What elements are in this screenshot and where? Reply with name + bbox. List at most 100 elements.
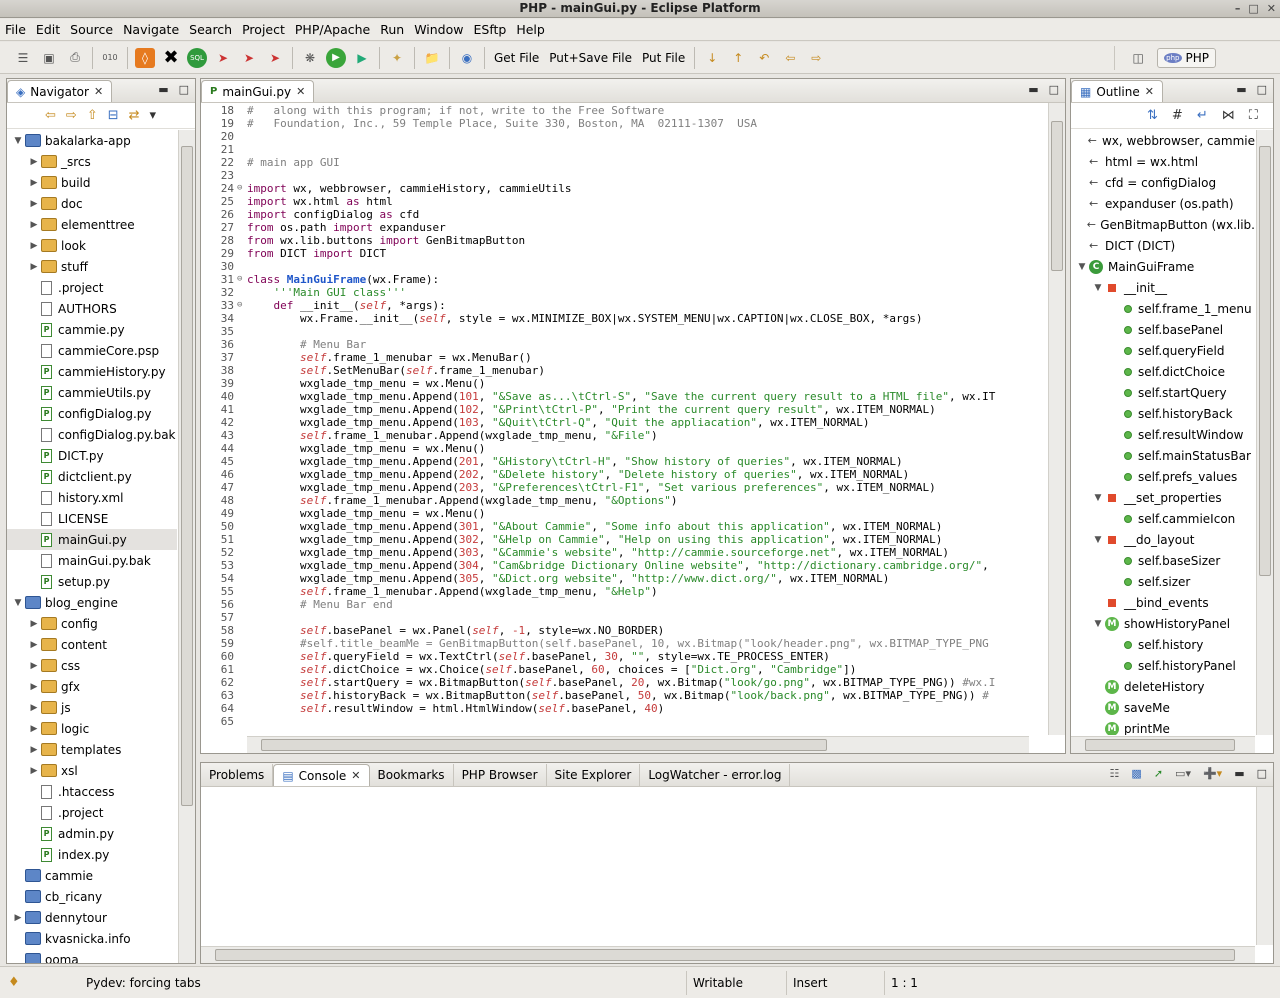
outline-item[interactable]: self.prefs_values — [1071, 466, 1255, 487]
console-scrollbar[interactable] — [1256, 787, 1273, 945]
outline-item[interactable]: ▼ __do_layout — [1071, 529, 1255, 550]
chevron-right-icon[interactable]: ▶ — [27, 619, 41, 629]
editor-hscroll-thumb[interactable] — [261, 739, 827, 751]
outline-item[interactable]: __bind_events — [1071, 592, 1255, 613]
menu-navigate[interactable]: Navigate — [118, 20, 184, 40]
code-line[interactable]: 43 self.frame_1_menubar.Append(wxglade_t… — [201, 429, 1047, 442]
sort-icon[interactable]: ⇅ — [1147, 108, 1158, 123]
maximize-button[interactable]: □ — [1248, 0, 1258, 17]
menu-search[interactable]: Search — [184, 20, 237, 40]
code-line[interactable]: 18 # along with this program; if not, wri… — [201, 104, 1047, 117]
code-line[interactable]: 56 # Menu Bar end — [201, 598, 1047, 611]
chevron-down-icon[interactable]: ▼ — [11, 136, 25, 146]
code-line[interactable]: 22 # main app GUI — [201, 156, 1047, 169]
code-line[interactable]: 23 — [201, 169, 1047, 182]
code-line[interactable]: 51 wxglade_tmp_menu.Append(302, "&Help o… — [201, 533, 1047, 546]
code-line[interactable]: 63 self.historyBack = wx.BitmapButton(se… — [201, 689, 1047, 702]
tree-item[interactable]: ▶ content — [7, 634, 177, 655]
display-console-icon[interactable]: ▭▾ — [1175, 767, 1191, 780]
tab-logwatcher[interactable]: LogWatcher - error.log — [640, 764, 791, 786]
minimize-view-icon[interactable]: ▬ — [1028, 83, 1038, 96]
tab-navigator[interactable]: ◈ Navigator ✕ — [7, 80, 113, 102]
debug-icon[interactable]: ❋ — [300, 48, 320, 68]
code-line[interactable]: 65 — [201, 715, 1047, 728]
maximize-view-icon[interactable]: □ — [179, 83, 189, 96]
tree-item[interactable]: ▶ look — [7, 235, 177, 256]
code-line[interactable]: 38 self.SetMenuBar(self.frame_1_menubar) — [201, 364, 1047, 377]
chevron-right-icon[interactable]: ▶ — [27, 199, 41, 209]
chevron-down-icon[interactable]: ▼ — [1091, 535, 1105, 545]
last-edit-icon[interactable]: ↶ — [754, 48, 774, 68]
up-icon[interactable]: ⇧ — [87, 108, 98, 123]
outline-hscrollbar[interactable] — [1071, 736, 1255, 753]
stop-icon[interactable]: ✖ — [161, 47, 181, 68]
fold-icon[interactable]: ⊖ — [237, 299, 245, 312]
tree-item[interactable]: ooma — [7, 949, 177, 963]
tree-item[interactable]: ▶ xsl — [7, 760, 177, 781]
chevron-right-icon[interactable]: ▶ — [27, 220, 41, 230]
outline-item[interactable]: self.frame_1_menu — [1071, 298, 1255, 319]
tab-site-explorer[interactable]: Site Explorer — [547, 764, 641, 786]
code-line[interactable]: 50 wxglade_tmp_menu.Append(301, "&About … — [201, 520, 1047, 533]
prev-annotation-icon[interactable]: ↑ — [728, 48, 748, 68]
navigator-scrollbar[interactable] — [178, 130, 195, 963]
code-line[interactable]: 37 self.frame_1_menubar = wx.MenuBar() — [201, 351, 1047, 364]
code-line[interactable]: 28 from wx.lib.buttons import GenBitmapBu… — [201, 234, 1047, 247]
tree-item[interactable]: Pcammie.py — [7, 319, 177, 340]
chevron-right-icon[interactable]: ▶ — [27, 157, 41, 167]
chevron-down-icon[interactable]: ▼ — [11, 598, 25, 608]
tree-item[interactable]: ▶ templates — [7, 739, 177, 760]
chevron-down-icon[interactable]: ▼ — [1075, 262, 1089, 272]
collapse-all-icon[interactable]: ⊟ — [108, 108, 119, 123]
outline-item[interactable]: self.dictChoice — [1071, 361, 1255, 382]
maximize-view-icon[interactable]: □ — [1257, 83, 1267, 96]
outline-item[interactable]: self.queryField — [1071, 340, 1255, 361]
code-line[interactable]: 58 self.basePanel = wx.Panel(self, -1, s… — [201, 624, 1047, 637]
outline-item[interactable]: self.resultWindow — [1071, 424, 1255, 445]
outline-item[interactable]: ← DICT (DICT) — [1071, 235, 1255, 256]
navigator-scroll-thumb[interactable] — [181, 146, 193, 806]
chevron-down-icon[interactable]: ▼ — [1091, 619, 1105, 629]
code-line[interactable]: 30 — [201, 260, 1047, 273]
chevron-right-icon[interactable]: ▶ — [27, 703, 41, 713]
code-line[interactable]: 46 wxglade_tmp_menu.Append(202, "&Delete… — [201, 468, 1047, 481]
tree-item[interactable]: Psetup.py — [7, 571, 177, 592]
minimize-button[interactable]: – — [1235, 0, 1241, 17]
fast-view-icon[interactable]: ♦ — [8, 975, 68, 990]
binary-icon[interactable]: 010 — [100, 48, 120, 68]
forward-icon[interactable]: ⇨ — [66, 108, 77, 123]
close-icon[interactable]: ✕ — [296, 85, 305, 98]
chevron-right-icon[interactable]: ▶ — [11, 913, 25, 923]
chevron-right-icon[interactable]: ▶ — [27, 661, 41, 671]
chevron-down-icon[interactable]: ▼ — [1091, 283, 1105, 293]
code-line[interactable]: 31 ⊖ class MainGuiFrame(wx.Frame): — [201, 273, 1047, 286]
outline-item[interactable]: ▼ __init__ — [1071, 277, 1255, 298]
editor-scroll-thumb[interactable] — [1051, 121, 1063, 271]
tree-item[interactable]: PcammieUtils.py — [7, 382, 177, 403]
back-icon[interactable]: ⇦ — [45, 108, 56, 123]
code-line[interactable]: 33 ⊖ def __init__(self, *args): — [201, 299, 1047, 312]
outline-item[interactable]: self.history — [1071, 634, 1255, 655]
next-annotation-icon[interactable]: ↓ — [702, 48, 722, 68]
tree-item[interactable]: ▶ _srcs — [7, 151, 177, 172]
tree-item[interactable]: Pindex.py — [7, 844, 177, 865]
open-console-icon[interactable]: ➕▾ — [1203, 767, 1222, 780]
outline-item[interactable]: self.basePanel — [1071, 319, 1255, 340]
menu-file[interactable]: File — [0, 20, 31, 40]
outline-item[interactable]: ▼ C MainGuiFrame — [1071, 256, 1255, 277]
tree-item[interactable]: configDialog.py.bak — [7, 424, 177, 445]
run-icon[interactable]: ▶ — [326, 47, 346, 68]
tab-console[interactable]: ▤ Console ✕ — [273, 764, 370, 786]
tree-item[interactable]: .project — [7, 277, 177, 298]
editor-scrollbar[interactable] — [1048, 103, 1065, 735]
console-hscroll-thumb[interactable] — [215, 949, 1235, 961]
code-line[interactable]: 48 self.frame_1_menubar.Append(wxglade_t… — [201, 494, 1047, 507]
fold-icon[interactable]: ⊖ — [237, 182, 245, 195]
outline-item[interactable]: ← GenBitmapButton (wx.lib. — [1071, 214, 1255, 235]
tree-item[interactable]: LICENSE — [7, 508, 177, 529]
put-save-file-button[interactable]: Put+Save File — [544, 51, 637, 65]
console-output[interactable] — [201, 787, 1255, 945]
outline-item[interactable]: self.mainStatusBar — [1071, 445, 1255, 466]
print-icon[interactable]: ⎙ — [65, 48, 85, 68]
menu-project[interactable]: Project — [237, 20, 290, 40]
